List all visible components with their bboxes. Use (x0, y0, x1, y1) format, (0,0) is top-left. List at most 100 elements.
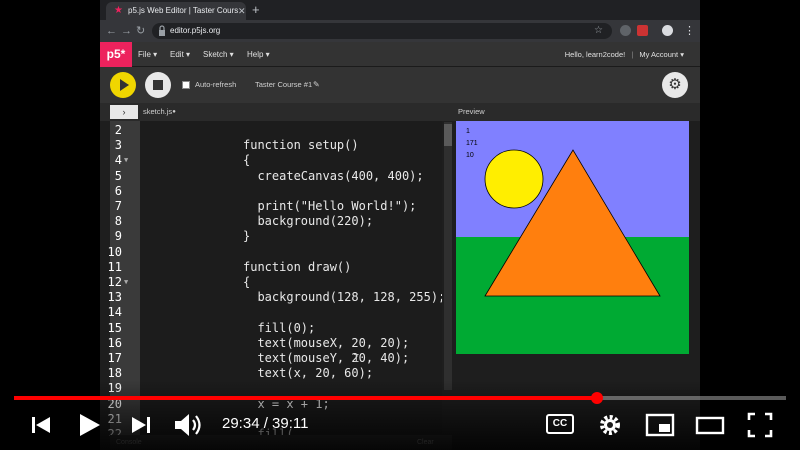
captions-button[interactable]: CC (546, 414, 574, 434)
code-line: background(128, 128, 255); (243, 290, 442, 305)
forward-icon[interactable]: → (121, 23, 132, 39)
code-line: createCanvas(400, 400); (243, 168, 424, 183)
sketch-toolbar: Auto-refresh Taster Course #1 ✎ ⚙ (100, 67, 700, 103)
line-number: 4 (114, 153, 122, 168)
menu-file[interactable]: File ▾ (138, 42, 157, 67)
tab-title: p5.js Web Editor | Taster Cours (128, 6, 239, 15)
browser-tab[interactable]: ★ p5.js Web Editor | Taster Cours ✕ (106, 2, 246, 20)
code-line: function setup() (243, 138, 359, 153)
progress-scrubber[interactable] (590, 392, 603, 404)
play-button[interactable] (110, 72, 136, 98)
address-bar: ← → ↻ editor.p5js.org ☆ ⋮ (100, 20, 700, 42)
code-line: } (243, 229, 251, 244)
line-number: 3 (114, 138, 122, 153)
code-line: fill(0); (243, 320, 316, 335)
line-number: 11 (107, 259, 122, 274)
canvas-output-text: 1 (466, 128, 470, 135)
code-line: { (243, 153, 251, 168)
code-line: text(x, 20, 60); (243, 366, 374, 381)
fullscreen-icon[interactable] (746, 409, 774, 441)
line-number: 10 (107, 244, 122, 259)
play-icon[interactable] (76, 409, 102, 441)
sketch-name[interactable]: Taster Course #1 (255, 78, 312, 92)
line-number: 6 (114, 183, 122, 198)
line-number: 17 (107, 351, 122, 365)
line-number: 7 (114, 199, 122, 213)
fold-arrow-icon[interactable]: ▼ (124, 156, 128, 164)
tab-strip: ★ p5.js Web Editor | Taster Cours ✕ + (100, 0, 700, 20)
lock-icon (159, 25, 165, 36)
browser-window: ★ p5.js Web Editor | Taster Cours ✕ + ← … (100, 0, 700, 450)
url-input[interactable]: editor.p5js.org ☆ (152, 23, 612, 39)
my-account-menu[interactable]: My Account ▾ (639, 50, 684, 59)
stop-icon (153, 80, 163, 90)
p5-logo[interactable]: p5* (100, 42, 132, 67)
p5-navbar: p5* File ▾ Edit ▾ Sketch ▾ Help ▾ Hello,… (100, 42, 700, 67)
line-number: 2 (114, 123, 122, 137)
play-icon (120, 79, 129, 91)
code-line: { (243, 275, 251, 289)
miniplayer-icon[interactable] (645, 409, 675, 441)
line-number: 18 (107, 366, 122, 381)
canvas-output-text: 10 (466, 152, 474, 159)
line-number: 8 (114, 214, 122, 229)
code-line: print("Hello World!"); (243, 199, 417, 213)
text-cursor-icon: I (353, 352, 360, 365)
volume-icon[interactable] (172, 409, 204, 441)
reload-icon[interactable]: ↻ (136, 23, 145, 39)
file-tab[interactable]: sketch.js● (143, 103, 176, 121)
code-lines: 2 3 function setup() 4 ▼{5 createCanvas(400,… (100, 121, 442, 436)
console-bar: Console Clear (110, 435, 452, 450)
line-number: 13 (107, 290, 122, 305)
preview-label: Preview (458, 107, 485, 116)
canvas-output-text: 171 (466, 140, 478, 147)
menu-sketch[interactable]: Sketch ▾ (203, 42, 234, 67)
profile-avatar-icon[interactable] (662, 25, 673, 36)
extension-icon[interactable] (637, 25, 648, 36)
auto-refresh-label: Auto-refresh (195, 80, 237, 89)
line-number: 16 (107, 335, 122, 350)
close-tab-icon[interactable]: ✕ (238, 5, 246, 17)
line-number: 14 (107, 305, 122, 320)
new-tab-icon[interactable]: + (252, 2, 260, 18)
line-number: 9 (114, 229, 122, 244)
code-line: background(220); (243, 214, 374, 229)
time-display: 29:34 / 39:11 (222, 415, 309, 432)
code-line: text(mouseX, 20, 20); (243, 335, 410, 350)
sketch-canvas[interactable]: 1 171 10 (456, 121, 689, 354)
editor-file-bar: › sketch.js● Preview (100, 103, 700, 121)
url-text: editor.p5js.org (170, 26, 221, 35)
bookmark-star-icon[interactable]: ☆ (594, 23, 603, 39)
back-icon[interactable]: ← (106, 23, 117, 39)
auto-refresh-checkbox[interactable] (182, 81, 190, 89)
progress-bar[interactable] (14, 392, 786, 404)
editor-scrollbar[interactable] (444, 122, 452, 390)
code-line: function draw() (243, 259, 352, 274)
line-number: 21 (107, 411, 122, 426)
clear-console-button[interactable]: Clear (417, 435, 434, 450)
editor-scroll-thumb[interactable] (444, 124, 452, 146)
code-line: text(mouseY, 20, 40); (243, 351, 410, 365)
menu-help[interactable]: Help ▾ (247, 42, 270, 67)
theater-mode-icon[interactable] (695, 409, 725, 441)
next-icon[interactable] (128, 409, 152, 441)
p5-favicon-icon: ★ (114, 5, 123, 16)
browser-menu-icon[interactable]: ⋮ (684, 23, 695, 39)
settings-gear-icon[interactable] (597, 409, 623, 441)
line-number: 15 (107, 320, 122, 335)
account-area: Hello, learn2code! | My Account ▾ (564, 50, 684, 59)
progress-played (14, 396, 597, 400)
line-number: 5 (114, 168, 122, 183)
menu-edit[interactable]: Edit ▾ (170, 42, 190, 67)
gear-icon: ⚙ (668, 76, 682, 93)
sun-circle (484, 149, 544, 209)
fold-arrow-icon[interactable]: ▼ (124, 278, 128, 286)
greeting-text: Hello, learn2code! (564, 50, 626, 59)
settings-button[interactable]: ⚙ (662, 72, 688, 98)
edit-name-icon[interactable]: ✎ (313, 78, 320, 92)
sidebar-toggle-button[interactable]: › (110, 105, 138, 119)
line-number: 12 (107, 275, 122, 289)
extension-icon[interactable] (620, 25, 631, 36)
stop-button[interactable] (145, 72, 171, 98)
previous-icon[interactable] (30, 409, 54, 441)
